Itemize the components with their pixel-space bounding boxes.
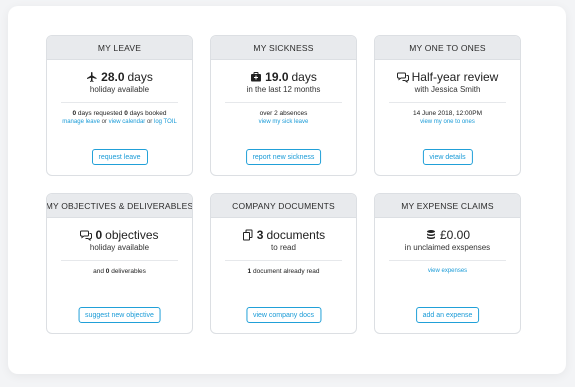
sickness-card-title: MY SICKNESS xyxy=(211,36,356,60)
objectives-summary: 0 objectives xyxy=(47,228,192,242)
documents-read-count: 1 xyxy=(247,268,252,275)
sickness-links: view my sick leave xyxy=(211,118,356,127)
medical-kit-icon xyxy=(250,71,262,83)
divider xyxy=(389,102,506,103)
objectives-card: MY OBJECTIVES & DELIVERABLES 0 objective… xyxy=(46,193,193,334)
documents-subtitle: to read xyxy=(271,243,296,252)
report-sickness-button[interactable]: report new sickness xyxy=(245,149,322,165)
requested-count: 0 xyxy=(72,110,77,117)
documents-unit: documents xyxy=(266,228,326,242)
one-to-one-datetime: 14 June 2018, 12:00PM xyxy=(412,110,483,117)
sickness-subtitle: in the last 12 months xyxy=(246,85,321,94)
objectives-unit: objectives xyxy=(105,228,159,242)
sickness-summary: 19.0 days xyxy=(211,70,356,84)
view-calendar-link[interactable]: view calendar xyxy=(109,119,146,125)
request-leave-button[interactable]: request leave xyxy=(91,149,148,165)
leave-days-unit: days xyxy=(127,70,153,84)
divider xyxy=(61,102,178,103)
sickness-days-value: 19.0 xyxy=(265,70,289,84)
documents-summary: 3 documents xyxy=(211,228,356,242)
deliverables-line: and 0 deliverables xyxy=(47,267,192,276)
view-details-button[interactable]: view details xyxy=(422,149,473,165)
one-to-one-title: Half-year review xyxy=(411,70,499,84)
sickness-card: MY SICKNESS 19.0 days in the last 12 mon… xyxy=(210,35,357,176)
suggest-objective-button[interactable]: suggest new objective xyxy=(78,307,161,323)
manage-leave-link[interactable]: manage leave xyxy=(62,119,100,125)
deliverables-text: deliverables xyxy=(111,268,146,275)
one-to-ones-card: MY ONE TO ONES Half-year review with Jes… xyxy=(374,35,521,176)
leave-card: MY LEAVE 28.0 days holiday available 0 d… xyxy=(46,35,193,176)
and-text: and xyxy=(93,268,104,275)
sickness-absences: over 2 absences xyxy=(259,110,308,117)
or-text: or xyxy=(146,119,153,125)
leave-links: manage leave or view calendar or log TOI… xyxy=(47,118,192,127)
booked-text: days booked xyxy=(129,110,167,117)
leave-days-value: 28.0 xyxy=(101,70,125,84)
objectives-count: 0 xyxy=(95,228,103,242)
documents-read-text: document already read xyxy=(252,268,320,275)
divider xyxy=(389,260,506,261)
add-expense-button[interactable]: add an expense xyxy=(415,307,480,323)
requested-text: days requested xyxy=(77,110,123,117)
expenses-summary: £0.00 xyxy=(375,228,520,242)
view-sick-leave-link[interactable]: view my sick leave xyxy=(259,119,309,125)
one-to-ones-links: view my one to ones xyxy=(375,118,520,127)
one-to-one-with: with Jessica Smith xyxy=(414,85,481,94)
sickness-days-unit: days xyxy=(291,70,317,84)
divider xyxy=(225,260,342,261)
leave-summary: 28.0 days xyxy=(47,70,192,84)
booked-count: 0 xyxy=(124,110,128,117)
leave-subtitle: holiday available xyxy=(89,85,150,94)
objectives-subtitle: holiday available xyxy=(89,243,150,252)
expenses-subtitle: in unclaimed exspenses xyxy=(404,243,491,252)
documents-read-line: 1 document already read xyxy=(211,267,356,276)
documents-count: 3 xyxy=(256,228,264,242)
coins-icon xyxy=(425,229,437,241)
log-toil-link[interactable]: log TOIL xyxy=(154,119,177,125)
expenses-card: MY EXPENSE CLAIMS £0.00 in unclaimed exs… xyxy=(374,193,521,334)
expenses-amount: £0.00 xyxy=(439,228,471,242)
deliverables-count: 0 xyxy=(105,268,110,275)
chat-bubbles-icon xyxy=(80,229,93,241)
documents-icon xyxy=(242,229,254,241)
one-to-ones-summary: Half-year review xyxy=(375,70,520,84)
documents-card: COMPANY DOCUMENTS 3 documents to read 1 … xyxy=(210,193,357,334)
airplane-icon xyxy=(86,71,98,83)
documents-card-title: COMPANY DOCUMENTS xyxy=(211,194,356,218)
expenses-card-title: MY EXPENSE CLAIMS xyxy=(375,194,520,218)
or-text: or xyxy=(101,119,107,125)
one-to-ones-card-title: MY ONE TO ONES xyxy=(375,36,520,60)
objectives-card-title: MY OBJECTIVES & DELIVERABLES xyxy=(47,194,192,218)
view-expenses-link[interactable]: view expenses xyxy=(428,268,467,274)
expenses-links: view expenses xyxy=(375,267,520,276)
view-company-docs-button[interactable]: view company docs xyxy=(245,307,322,323)
leave-card-title: MY LEAVE xyxy=(47,36,192,60)
leave-requested-line: 0 days requested 0 days booked xyxy=(47,109,192,118)
divider xyxy=(225,102,342,103)
chat-bubbles-icon xyxy=(396,71,409,83)
view-one-to-ones-link[interactable]: view my one to ones xyxy=(420,119,475,125)
divider xyxy=(61,260,178,261)
